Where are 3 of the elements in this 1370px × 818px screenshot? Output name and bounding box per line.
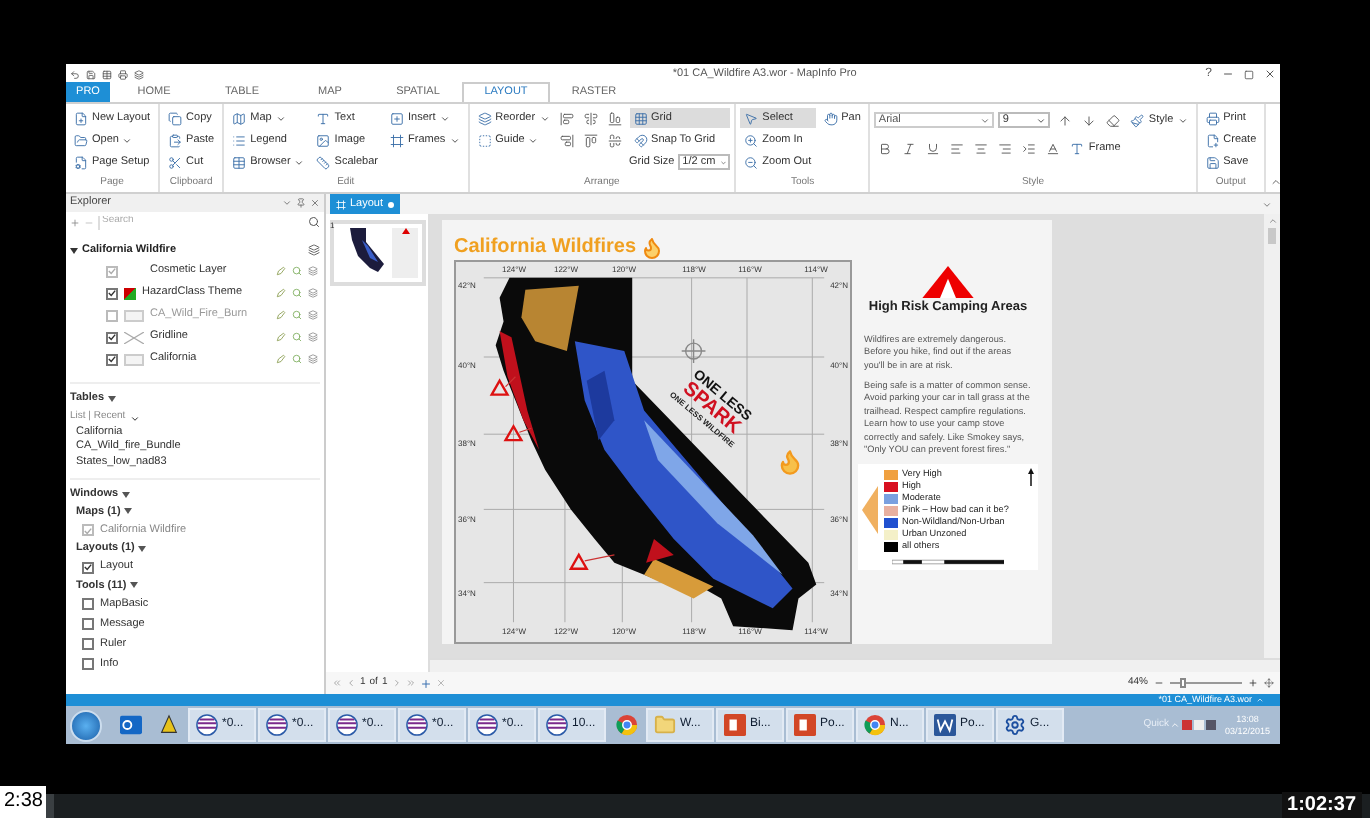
elapsed-time: 2:38 (0, 786, 47, 818)
page-title: California Wildfires (454, 238, 637, 258)
video-duration: 1:02:37 (1281, 792, 1362, 818)
